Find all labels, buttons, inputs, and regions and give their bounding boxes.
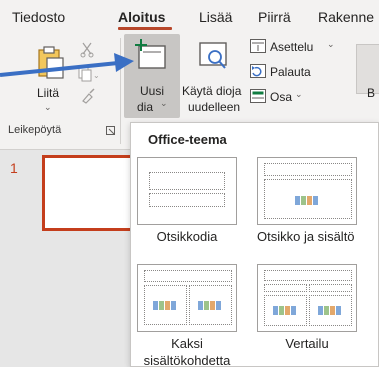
dialog-launcher-icon[interactable]: [106, 126, 116, 136]
layout-comparison[interactable]: [257, 264, 357, 332]
reuse-slides-label-line1: Käytä dioja: [182, 84, 242, 98]
tab-insert[interactable]: Lisää: [199, 9, 232, 25]
reuse-slides-icon: [199, 42, 227, 69]
clipboard-group-label: Leikepöytä: [8, 124, 62, 136]
title-placeholder: [264, 270, 352, 281]
content-placeholder: [264, 179, 352, 219]
copy-icon[interactable]: ⌄: [78, 66, 98, 82]
layout-title-and-content[interactable]: [257, 157, 357, 225]
tab-home[interactable]: Aloitus: [118, 9, 165, 25]
layout-two-content-name-line2: sisältökohdetta: [143, 353, 231, 367]
gallery-section-title: Office-teema: [148, 132, 227, 147]
content-placeholder-icon: [153, 301, 176, 310]
reuse-slides-label-line2: uudelleen: [188, 100, 241, 114]
cut-icon[interactable]: [80, 42, 94, 58]
heading-placeholder-left: [264, 284, 307, 292]
layout-two-content-name-line1: Kaksi: [171, 336, 203, 351]
reset-button[interactable]: Palauta: [250, 63, 340, 81]
content-placeholder-left: [144, 285, 187, 325]
reset-label: Palauta: [270, 65, 311, 79]
layout-comparison-name: Vertailu: [285, 336, 329, 351]
layout-title-slide-name: Otsikkodia: [156, 229, 218, 244]
section-icon: [250, 89, 266, 103]
partial-ribbon-label: B: [367, 86, 376, 100]
content-placeholder-icon: [198, 301, 221, 310]
slide-thumbnail[interactable]: [42, 155, 142, 231]
new-slide-button[interactable]: Uusi dia ⌄: [124, 34, 180, 118]
layout-title-and-content-name: Otsikko ja sisältö: [257, 229, 355, 244]
section-label: Osa: [270, 90, 293, 104]
paste-label: Liitä: [37, 86, 60, 100]
content-placeholder-right: [309, 295, 352, 326]
layout-button[interactable]: Asettelu ⌄: [250, 38, 350, 56]
svg-text:⌄: ⌄: [93, 71, 98, 80]
content-placeholder-icon: [273, 306, 296, 315]
tab-draw[interactable]: Piirrä: [258, 9, 291, 25]
group-separator: [120, 38, 121, 144]
active-tab-indicator: [118, 27, 172, 30]
layout-title-slide[interactable]: [137, 157, 237, 225]
slide-number: 1: [10, 160, 18, 176]
paste-button[interactable]: Liitä ⌄: [32, 42, 72, 112]
chevron-down-icon: ⌄: [327, 39, 335, 49]
format-painter-icon[interactable]: [80, 88, 96, 104]
title-placeholder: [144, 270, 232, 282]
new-slide-icon: [135, 39, 166, 69]
chevron-down-icon: ⌄: [160, 98, 168, 108]
chevron-down-icon: ⌄: [295, 89, 303, 99]
new-slide-label-line1: Uusi: [139, 84, 164, 98]
new-slide-label-line2: dia: [137, 100, 154, 114]
layout-two-content[interactable]: [137, 264, 237, 332]
content-placeholder-right: [189, 285, 232, 325]
content-placeholder-left: [264, 295, 307, 326]
reuse-slides-button[interactable]: Käytä dioja uudelleen: [182, 34, 248, 118]
ribbon-tabs: Tiedosto Aloitus Lisää Piirrä Rakenne: [0, 0, 379, 32]
content-placeholder-icon: [295, 196, 318, 205]
layout-label: Asettelu: [270, 40, 314, 54]
section-button[interactable]: Osa ⌄: [250, 88, 340, 106]
heading-placeholder-right: [309, 284, 352, 292]
paste-icon: [38, 46, 64, 79]
tab-file[interactable]: Tiedosto: [12, 9, 65, 25]
reset-icon: [250, 64, 266, 78]
tab-design[interactable]: Rakenne: [318, 9, 374, 25]
chevron-down-icon: ⌄: [44, 102, 52, 112]
title-placeholder: [264, 163, 352, 176]
content-placeholder-icon: [318, 306, 341, 315]
subtitle-placeholder: [149, 193, 225, 207]
title-placeholder: [149, 172, 225, 190]
layout-icon: [250, 39, 266, 53]
